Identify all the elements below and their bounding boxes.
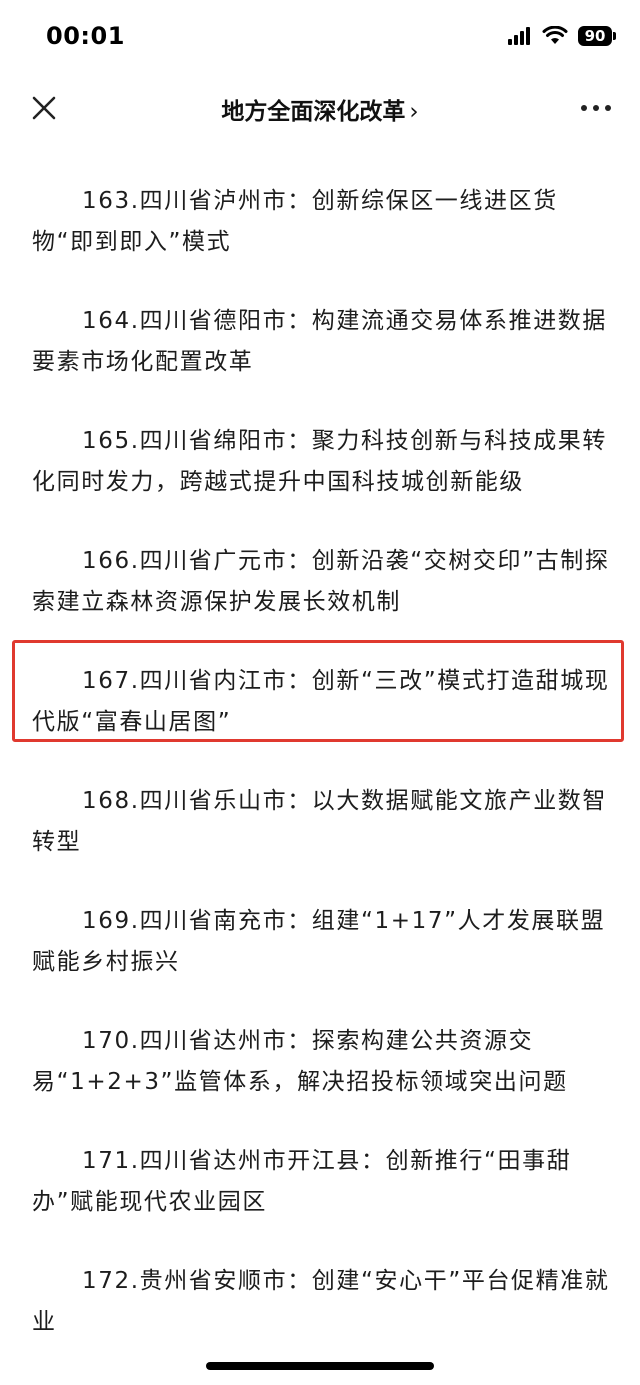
list-item: 166.四川省广元市：创新沿袭“交树交印”古制探索建立森林资源保护发展长效机制 (32, 548, 610, 615)
page-title-text: 地方全面深化改革 (221, 99, 406, 125)
status-bar: 00:01 90 (0, 0, 640, 78)
battery-icon: 90 (578, 26, 616, 46)
nav-bar: 地方全面深化改革 › (0, 78, 640, 140)
list-item: 163.四川省泸州市：创新综保区一线进区货物“即到即入”模式 (32, 188, 558, 255)
more-icon[interactable] (578, 92, 614, 124)
status-time: 00:01 (46, 22, 125, 50)
home-indicator[interactable] (206, 1362, 434, 1370)
signal-icon (508, 27, 532, 45)
chevron-right-icon: › (409, 99, 419, 125)
article-list: 163.四川省泸州市：创新综保区一线进区货物“即到即入”模式 164.四川省德阳… (0, 158, 640, 1381)
battery-level: 90 (584, 27, 606, 45)
status-icons: 90 (508, 26, 616, 46)
battery-cap (613, 32, 616, 40)
list-item: 171.四川省达州市开江县：创新推行“田事甜办”赋能现代农业园区 (32, 1148, 572, 1215)
highlight-box (12, 640, 624, 742)
list-item: 169.四川省南充市：组建“1+17”人才发展联盟赋能乡村振兴 (32, 908, 606, 975)
list-item: 165.四川省绵阳市：聚力科技创新与科技成果转化同时发力，跨越式提升中国科技城创… (32, 428, 608, 495)
page-title[interactable]: 地方全面深化改革 › (0, 92, 640, 126)
list-item: 168.四川省乐山市：以大数据赋能文旅产业数智转型 (32, 788, 608, 855)
list-item: 164.四川省德阳市：构建流通交易体系推进数据要素市场化配置改革 (32, 308, 608, 375)
list-item: 172.贵州省安顺市：创建“安心干”平台促精准就业 (32, 1268, 610, 1335)
wifi-icon (542, 26, 568, 44)
list-item: 170.四川省达州市：探索构建公共资源交易“1+2+3”监管体系，解决招投标领域… (32, 1028, 568, 1095)
